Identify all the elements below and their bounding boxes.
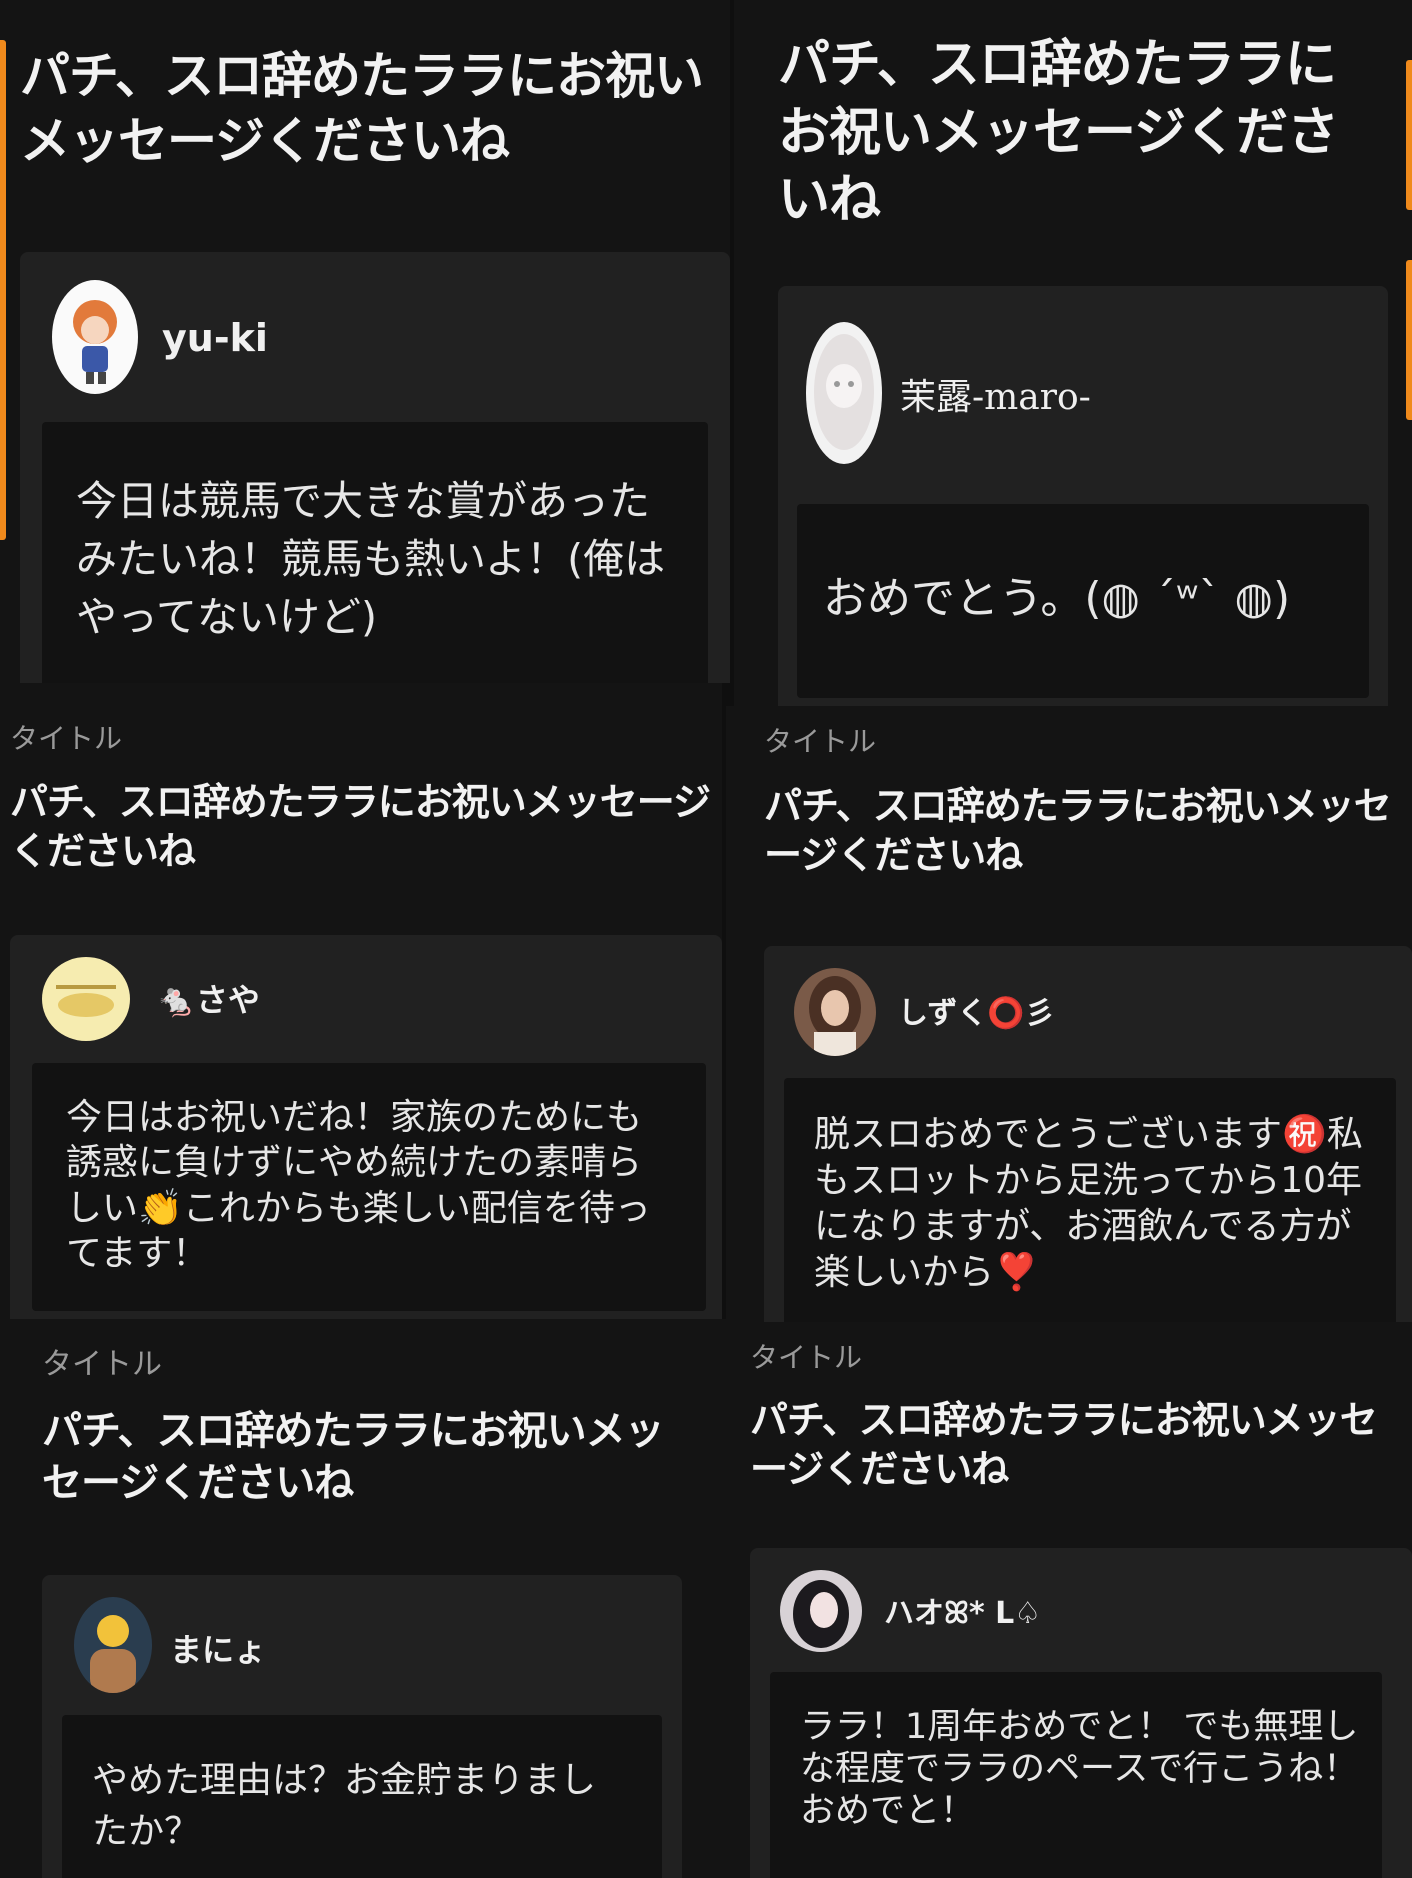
user-avatar[interactable]: [780, 1570, 862, 1652]
comment-card: まにょ やめた理由は？お金貯まりましたか？: [42, 1575, 682, 1878]
comment-card: しずく⭕️彡 脱スロおめでとうございます㊗️私もスロットから足洗ってから10年に…: [764, 946, 1412, 1322]
message-text: ララ！1周年おめでと！ でも無理しな程度でララのペースで行こうね！おめでと！: [800, 1707, 1359, 1831]
message-box: 脱スロおめでとうございます㊗️私もスロットから足洗ってから10年になりますが、お…: [784, 1078, 1396, 1322]
message-box: ララ！1周年おめでと！ でも無理しな程度でララのペースで行こうね！おめでと！: [770, 1672, 1382, 1878]
username[interactable]: yu-ki: [162, 316, 268, 360]
title-label: タイトル: [764, 725, 877, 758]
message-text: 今日は競馬で大きな賞があったみたいね！競馬も熱いよ！(俺はやってないけど): [76, 477, 666, 642]
user-avatar[interactable]: [806, 322, 882, 464]
post-title: パチ、スロ辞めたララにお祝いメッセージくださいね: [42, 1408, 665, 1506]
username[interactable]: 🐁さや: [156, 975, 260, 1021]
message-text: やめた理由は？お金貯まりましたか？: [92, 1760, 597, 1853]
username[interactable]: 茉露-maro-: [900, 368, 1091, 420]
post-title: パチ、スロ辞めたララにお祝いメッセージくださいね: [764, 784, 1392, 878]
username[interactable]: しずく⭕️彡: [898, 988, 1055, 1032]
message-box: やめた理由は？お金貯まりましたか？: [62, 1715, 662, 1878]
comment-panel-5: タイトル パチ、スロ辞めたララにお祝いメッセージくださいね まにょ やめた理由は…: [0, 1319, 726, 1878]
title-label: タイトル: [42, 1347, 162, 1382]
pet-avatar-icon: [56, 985, 116, 1017]
comment-card: ハオꕤ* L♤ ララ！1周年おめでと！ でも無理しな程度でララのペースで行こうね…: [750, 1548, 1412, 1878]
user-avatar[interactable]: [52, 280, 138, 394]
accent-stripe: [0, 40, 6, 540]
comment-card: 茉露-maro- おめでとう。(◍ ´ʷ` ◍): [778, 286, 1388, 706]
comment-panel-4: タイトル パチ、スロ辞めたララにお祝いメッセージくださいね しずく⭕️彡 脱スロ…: [726, 706, 1412, 1322]
message-text: 今日はお祝いだね！家族のためにも誘惑に負けずにやめ続けたの素晴らしい👏これからも…: [66, 1097, 651, 1275]
message-box: 今日は競馬で大きな賞があったみたいね！競馬も熱いよ！(俺はやってないけど): [42, 422, 708, 683]
comment-card: 🐁さや 今日はお祝いだね！家族のためにも誘惑に負けずにやめ続けたの素晴らしい👏こ…: [10, 935, 722, 1319]
post-title: パチ、スロ辞めたララにお祝いメッセージくださいね: [750, 1398, 1378, 1492]
comment-panel-6: タイトル パチ、スロ辞めたララにお祝いメッセージくださいね ハオꕤ* L♤ ララ…: [726, 1322, 1412, 1878]
comment-panel-3: タイトル パチ、スロ辞めたララにお祝いメッセージくださいね 🐁さや 今日はお祝い…: [0, 683, 722, 1319]
comment-panel-1: パチ、スロ辞めたララにお祝いメッセージくださいね yu-ki 今日は競馬で大きな…: [0, 0, 730, 683]
accent-stripe: [1406, 260, 1412, 420]
accent-stripe: [1406, 60, 1412, 210]
character-avatar-icon: [73, 300, 117, 384]
user-avatar[interactable]: [794, 968, 876, 1056]
message-box: おめでとう。(◍ ´ʷ` ◍): [797, 504, 1369, 698]
title-label: タイトル: [10, 722, 123, 755]
message-box: 今日はお祝いだね！家族のためにも誘惑に負けずにやめ続けたの素晴らしい👏これからも…: [32, 1063, 706, 1311]
comment-panel-2: パチ、スロ辞めたララにお祝いメッセージくださいね 茉露-maro- おめでとう。…: [734, 0, 1412, 706]
post-title: パチ、スロ辞めたララにお祝いメッセージくださいね: [20, 47, 704, 170]
comment-card: yu-ki 今日は競馬で大きな賞があったみたいね！競馬も熱いよ！(俺はやってない…: [20, 252, 730, 683]
message-text: おめでとう。(◍ ´ʷ` ◍): [823, 573, 1291, 624]
portrait-avatar-icon: [793, 1580, 849, 1648]
user-avatar[interactable]: [42, 957, 130, 1041]
username[interactable]: ハオꕤ* L♤: [884, 1588, 1041, 1632]
anime-girl-avatar-icon: [814, 334, 874, 450]
username[interactable]: まにょ: [170, 1625, 266, 1671]
post-title: パチ、スロ辞めたララにお祝いメッセージくださいね: [778, 35, 1339, 231]
portrait-avatar-icon: [809, 976, 861, 1056]
post-title: パチ、スロ辞めたララにお祝いメッセージくださいね: [10, 780, 711, 874]
title-label: タイトル: [750, 1341, 863, 1374]
user-avatar[interactable]: [74, 1597, 152, 1693]
person-avatar-icon: [90, 1615, 136, 1693]
message-text: 脱スロおめでとうございます㊗️私もスロットから足洗ってから10年になりますが、お…: [814, 1114, 1363, 1294]
